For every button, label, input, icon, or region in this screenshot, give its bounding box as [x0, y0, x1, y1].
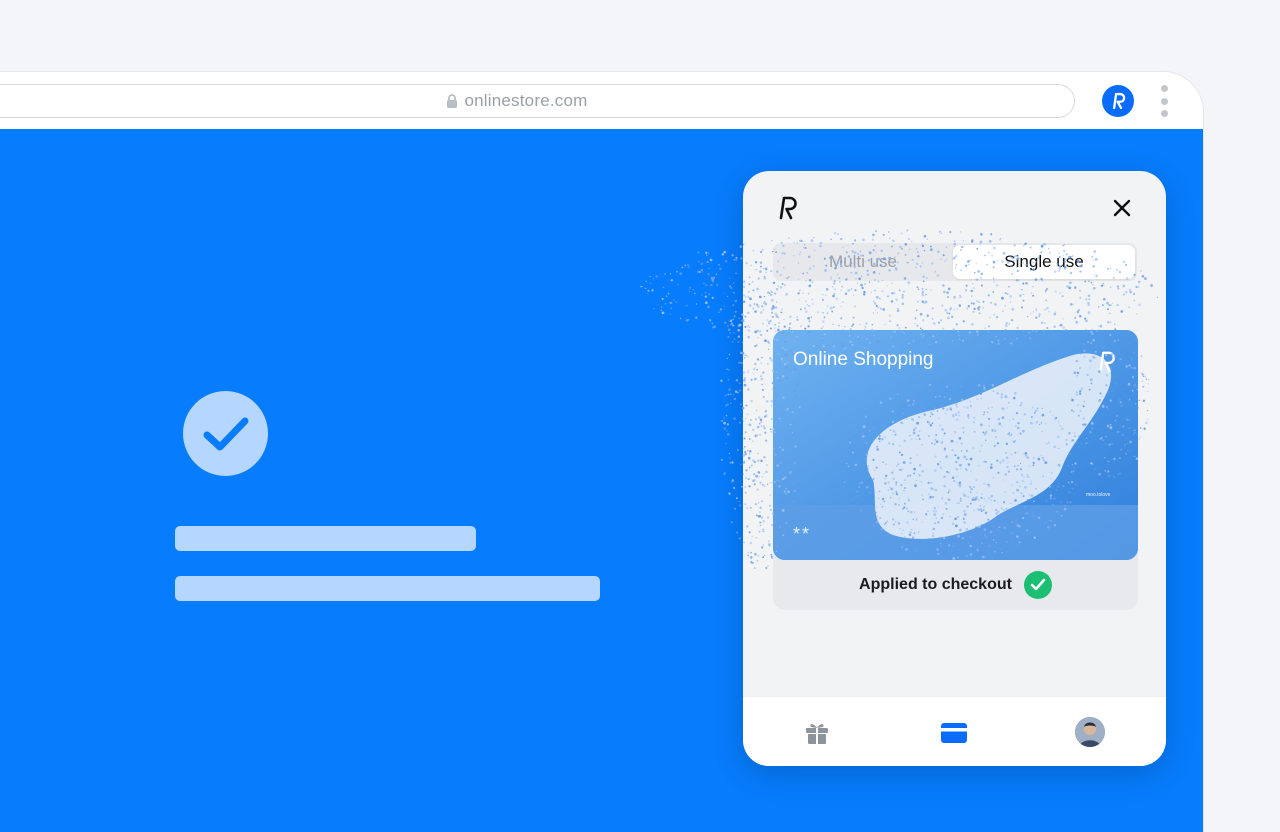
browser-toolbar: onlinestore.com	[0, 72, 1203, 130]
card-masked-number: **	[793, 524, 811, 545]
bottom-nav	[743, 696, 1166, 766]
check-badge-icon	[1024, 571, 1052, 599]
lock-icon	[446, 94, 458, 108]
kebab-menu-icon[interactable]	[1158, 85, 1170, 117]
placeholder-line	[175, 526, 476, 551]
address-bar[interactable]: onlinestore.com	[0, 84, 1075, 118]
placeholder-line	[175, 576, 600, 601]
revolut-extension-button[interactable]	[1102, 85, 1134, 117]
card-icon[interactable]	[941, 723, 967, 743]
card-tiny-label: moo.tolove	[1086, 492, 1110, 498]
card-type-toggle: Multi use Single use	[773, 243, 1137, 281]
revolut-popup-panel: Multi use Single use Online Shopping moo…	[743, 171, 1166, 766]
avatar[interactable]	[1075, 717, 1105, 747]
success-check-icon	[183, 391, 268, 476]
gift-icon[interactable]	[804, 719, 830, 745]
tab-multi-use[interactable]: Multi use	[773, 243, 953, 281]
applied-status: Applied to checkout	[773, 560, 1138, 610]
url-text: onlinestore.com	[464, 91, 587, 111]
card-title: Online Shopping	[793, 349, 934, 371]
revolut-logo-icon	[1095, 350, 1117, 374]
tab-single-use[interactable]: Single use	[953, 245, 1135, 279]
revolut-logo-icon	[775, 195, 799, 221]
close-icon[interactable]	[1110, 196, 1134, 220]
virtual-card[interactable]: Online Shopping moo.tolove **	[773, 330, 1138, 560]
revolut-logo-icon	[1108, 91, 1128, 111]
virtual-card-container: Online Shopping moo.tolove ** Applied to…	[773, 330, 1138, 610]
applied-status-text: Applied to checkout	[859, 576, 1012, 594]
